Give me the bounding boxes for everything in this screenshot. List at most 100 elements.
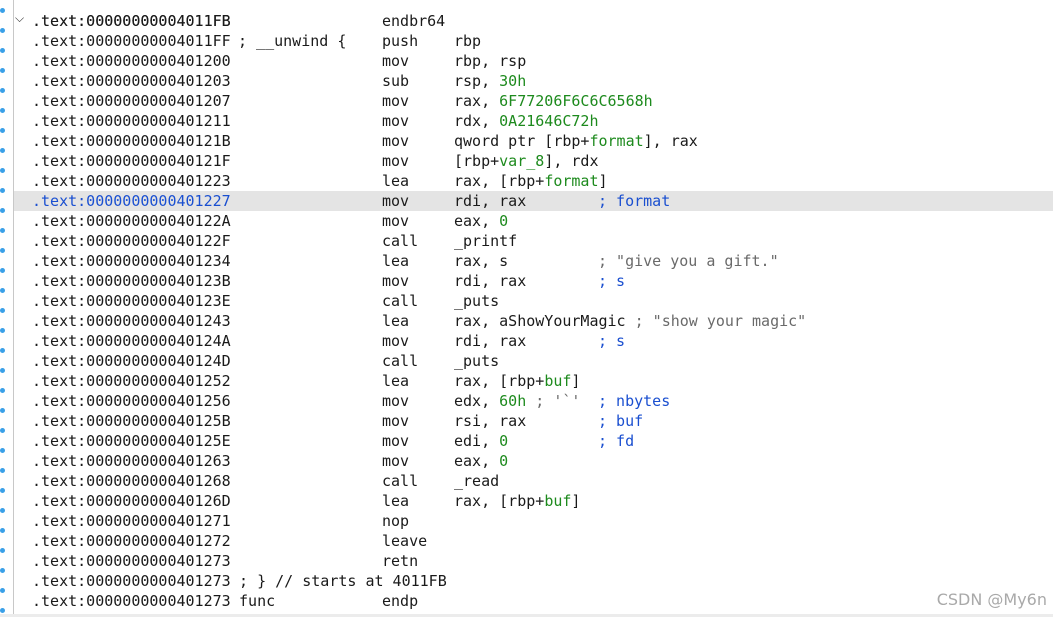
line-comment: ; buf <box>598 412 644 430</box>
gutter-dot <box>0 488 5 493</box>
line-address: .text:00000000004011FF <box>32 32 231 50</box>
operand-part: 30h <box>499 72 527 90</box>
listing-line[interactable]: .text:000000000040126D lea rax, [rbp+buf] <box>14 491 1053 511</box>
listing-line[interactable]: .text:0000000000401273 func endp <box>14 591 1053 611</box>
operand-part: rax, [rbp+ <box>454 172 545 190</box>
operand-part: buf <box>544 492 572 510</box>
line-mnemonic: lea <box>382 252 410 270</box>
operand-part: rsi, rax <box>454 412 527 430</box>
line-address: .text:000000000040124A <box>32 332 231 350</box>
line-address: .text:0000000000401234 <box>32 252 231 270</box>
listing-line[interactable]: .text:0000000000401273 retn <box>14 551 1053 571</box>
line-operands: qword ptr [rbp+format], rax <box>454 131 698 151</box>
line-mnemonic: endbr64 <box>382 12 446 30</box>
line-mnemonic: call <box>382 352 419 370</box>
operand-part: rax, [rbp+ <box>454 492 545 510</box>
line-mnemonic: lea <box>382 492 410 510</box>
line-comment: ; nbytes <box>598 392 671 410</box>
listing-line[interactable]: .text:0000000000401211 mov rdx, 0A21646C72… <box>14 111 1053 131</box>
gutter-dot <box>0 48 5 53</box>
listing-line[interactable]: .text:000000000040124D call _puts <box>14 351 1053 371</box>
operand-part: eax, <box>454 452 500 470</box>
listing-line[interactable]: .text:0000000000401227 mov rdi, rax ; forma… <box>14 191 1053 211</box>
listing-line[interactable]: .text:000000000040122A mov eax, 0 <box>14 211 1053 231</box>
listing-line[interactable]: .text:0000000000401268 call _read <box>14 471 1053 491</box>
operand-part: ], rax <box>643 132 698 150</box>
gutter-dot <box>0 448 5 453</box>
listing-line[interactable]: .text:000000000040122F call _printf <box>14 231 1053 251</box>
line-address: .text:000000000040122F <box>32 232 231 250</box>
listing-line[interactable]: .text:0000000000401243 lea rax, aShowYourM… <box>14 311 1053 331</box>
gutter-dot <box>0 508 5 513</box>
line-mnemonic: push <box>382 32 419 50</box>
operand-part: rax, s <box>454 252 509 270</box>
listing-line[interactable]: .text:0000000000401252 lea rax, [rbp+buf] <box>14 371 1053 391</box>
line-comment: ; "give you a gift." <box>598 252 779 270</box>
line-address: .text:000000000040121B <box>32 132 231 150</box>
gutter-dot <box>0 388 5 393</box>
gutter-dot <box>0 188 5 193</box>
listing-line[interactable]: .text:00000000004011FB endbr64 <box>14 11 1053 31</box>
line-operands: _puts <box>454 351 499 371</box>
operand-part: qword ptr [rbp+ <box>454 132 590 150</box>
line-address: .text:0000000000401200 <box>32 52 231 70</box>
listing-line[interactable]: .text:0000000000401256 mov edx, 60h ; '`';… <box>14 391 1053 411</box>
operand-part: rax, <box>454 92 500 110</box>
gutter-dot <box>0 268 5 273</box>
line-mnemonic: sub <box>382 72 410 90</box>
line-mnemonic: call <box>382 232 419 250</box>
line-mnemonic: mov <box>382 92 410 110</box>
line-address: .text:0000000000401273 <box>32 552 231 570</box>
listing-line[interactable]: .text:00000000004011FF push rbp <box>14 31 1053 51</box>
listing-line[interactable]: .text:0000000000401223 lea rax, [rbp+forma… <box>14 171 1053 191</box>
line-operands: rdi, rax <box>454 331 526 351</box>
line-operands: rdx, 0A21646C72h <box>454 111 599 131</box>
listing-line[interactable]: .text:000000000040123B mov rdi, rax ; s <box>14 271 1053 291</box>
listing-line[interactable]: .text:000000000040125E mov edi, 0 ; fd <box>14 431 1053 451</box>
line-operands: rsi, rax <box>454 411 526 431</box>
gutter-dot <box>0 588 5 593</box>
line-mnemonic: mov <box>382 192 410 210</box>
listing-line[interactable]: .text:000000000040121B mov qword ptr [rbp+… <box>14 131 1053 151</box>
listing-tail: .text:0000000000401273 ; } // starts at … <box>14 571 1053 611</box>
line-address: .text:0000000000401203 <box>32 72 231 90</box>
line-text: ; } // starts at 4011FB <box>230 572 447 590</box>
listing-line[interactable]: .text:0000000000401272 leave <box>14 531 1053 551</box>
operand-part: ; "show your magic" <box>634 312 807 330</box>
line-operands: rbp <box>454 31 481 51</box>
listing-line[interactable]: .text:0000000000401271 nop <box>14 511 1053 531</box>
line-mnemonic: leave <box>382 532 428 550</box>
line-mnemonic: mov <box>382 412 410 430</box>
line-operands: [rbp+var_8], rdx <box>454 151 599 171</box>
listing-line[interactable]: .text:000000000040121F mov [rbp+var_8], rd… <box>14 151 1053 171</box>
listing-line[interactable]: .text:0000000000401207 mov rax, 6F77206F6C… <box>14 91 1053 111</box>
gutter-dot <box>0 368 5 373</box>
operand-part: format <box>589 132 644 150</box>
gutter-dot <box>0 108 5 113</box>
line-operands: rax, 6F77206F6C6C6568h <box>454 91 653 111</box>
line-address: .text:000000000040125B <box>32 412 231 430</box>
line-address: .text:0000000000401256 <box>32 392 231 410</box>
line-operands: rax, [rbp+format] <box>454 171 608 191</box>
line-address: .text:000000000040126D <box>32 492 231 510</box>
listing-line[interactable]: .text:000000000040125B mov rsi, rax ; buf <box>14 411 1053 431</box>
operand-part: rdi, rax <box>454 272 527 290</box>
gutter-dot <box>0 568 5 573</box>
listing-line[interactable]: .text:0000000000401234 lea rax, s ; "give y… <box>14 251 1053 271</box>
gutter-dot <box>0 168 5 173</box>
listing-line-top[interactable]: .text:00000000004011FB ; __unwind { <box>14 0 1053 50</box>
operand-part: _printf <box>454 232 518 250</box>
line-mnemonic: mov <box>382 332 410 350</box>
line-address: .text:0000000000401227 <box>32 192 231 210</box>
listing-line[interactable]: .text:0000000000401200 mov rbp, rsp <box>14 51 1053 71</box>
listing-line[interactable]: .text:000000000040124A mov rdi, rax ; s <box>14 331 1053 351</box>
gutter-dot <box>0 288 5 293</box>
operand-part: 0 <box>499 432 509 450</box>
listing-line[interactable]: .text:000000000040123E call _puts <box>14 291 1053 311</box>
gutter <box>0 0 14 617</box>
gutter-dot <box>0 248 5 253</box>
listing-line[interactable]: .text:0000000000401263 mov eax, 0 <box>14 451 1053 471</box>
operand-part: rbp <box>454 32 482 50</box>
listing-line[interactable]: .text:0000000000401203 sub rsp, 30h <box>14 71 1053 91</box>
listing-line[interactable]: .text:0000000000401273 ; } // starts at … <box>14 571 1053 591</box>
